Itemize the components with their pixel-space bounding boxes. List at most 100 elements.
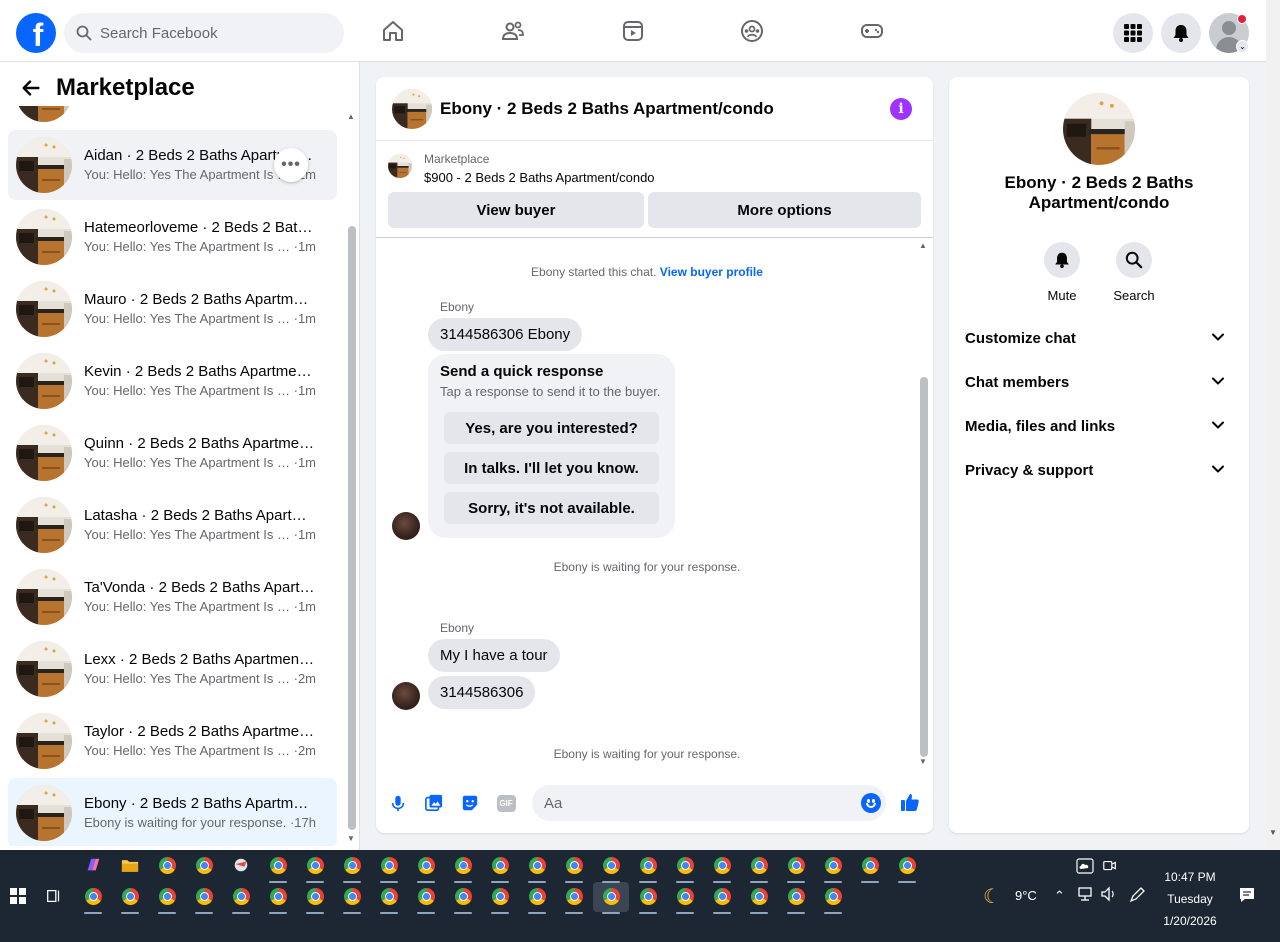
chrome-taskbar-icon[interactable] bbox=[636, 853, 660, 883]
task-view-icon[interactable] bbox=[42, 884, 66, 908]
mute-button[interactable]: Mute bbox=[1032, 242, 1092, 303]
groups-icon[interactable] bbox=[739, 18, 765, 44]
chrome-taskbar-icon[interactable] bbox=[562, 853, 586, 883]
chrome-taskbar-icon[interactable] bbox=[414, 853, 438, 883]
facebook-logo[interactable]: f bbox=[16, 13, 56, 53]
chrome-taskbar-icon[interactable] bbox=[155, 884, 179, 914]
search-box[interactable] bbox=[64, 13, 344, 53]
chrome-taskbar-icon[interactable] bbox=[451, 853, 475, 883]
chrome-taskbar-icon[interactable] bbox=[155, 853, 179, 877]
scrollbar-thumb[interactable] bbox=[920, 377, 928, 757]
buyer-avatar[interactable] bbox=[392, 682, 420, 710]
copilot-icon[interactable] bbox=[81, 853, 105, 877]
search-icon[interactable] bbox=[1116, 242, 1152, 278]
windows-start-icon[interactable] bbox=[10, 888, 26, 904]
volume-icon[interactable] bbox=[1100, 886, 1118, 905]
chrome-taskbar-icon[interactable] bbox=[895, 853, 919, 883]
more-options-button[interactable]: More options bbox=[648, 192, 921, 228]
sidebar-scrollbar[interactable]: ▲ ▼ bbox=[345, 112, 359, 843]
onedrive-icon[interactable] bbox=[1076, 858, 1094, 877]
sticker-icon[interactable] bbox=[460, 793, 480, 813]
listing-thumbnail-large[interactable] bbox=[1063, 93, 1135, 165]
chevron-down-icon[interactable]: ⌄ bbox=[1236, 40, 1249, 53]
chrome-taskbar-icon[interactable] bbox=[377, 884, 401, 914]
conversation-item[interactable]: Kevin · 2 Beds 2 Baths Apartment/condo Yo… bbox=[8, 346, 337, 416]
conversation-item[interactable]: Hatemeorloveme · 2 Beds 2 Baths Apartmen… bbox=[8, 202, 337, 272]
microphone-icon[interactable] bbox=[388, 793, 408, 813]
listing-thumbnail[interactable] bbox=[392, 88, 432, 129]
chrome-taskbar-icon[interactable] bbox=[81, 884, 105, 914]
chrome-taskbar-icon[interactable] bbox=[451, 884, 475, 914]
chrome-taskbar-icon[interactable] bbox=[266, 853, 290, 883]
chrome-taskbar-icon[interactable] bbox=[858, 853, 882, 883]
notification-center-icon[interactable] bbox=[1238, 886, 1256, 907]
info-icon[interactable]: i bbox=[890, 98, 912, 120]
conversation-item[interactable]: Ta'Vonda · 2 Beds 2 Baths Apartment/cond… bbox=[8, 562, 337, 632]
like-thumbs-up-icon[interactable] bbox=[900, 792, 920, 812]
chrome-taskbar-icon[interactable] bbox=[821, 884, 845, 914]
more-options-icon[interactable]: ••• bbox=[274, 148, 308, 182]
chrome-taskbar-icon[interactable] bbox=[710, 853, 734, 883]
chat-title[interactable]: Ebony · 2 Beds 2 Baths Apartment/condo bbox=[440, 99, 774, 119]
listing-thumbnail-small[interactable] bbox=[388, 154, 412, 178]
gaming-icon[interactable] bbox=[859, 18, 885, 44]
chrome-taskbar-icon[interactable] bbox=[192, 853, 216, 877]
conversation-item[interactable]: Quinn · 2 Beds 2 Baths Apartment/condo Yo… bbox=[8, 418, 337, 488]
chrome-taskbar-icon[interactable] bbox=[303, 853, 327, 883]
message-bubble[interactable]: 3144586306 Ebony bbox=[428, 318, 583, 351]
emoji-icon[interactable] bbox=[861, 793, 881, 813]
chevron-up-icon[interactable]: ⌃ bbox=[1054, 888, 1065, 904]
view-buyer-button[interactable]: View buyer bbox=[388, 192, 644, 228]
listing-price-title[interactable]: $900 - 2 Beds 2 Baths Apartment/condo bbox=[424, 170, 655, 185]
chrome-taskbar-icon[interactable] bbox=[599, 853, 623, 883]
chrome-taskbar-icon[interactable] bbox=[377, 853, 401, 883]
chrome-taskbar-icon[interactable] bbox=[599, 884, 623, 914]
weather-temperature[interactable]: 9°C bbox=[1015, 888, 1037, 903]
video-icon[interactable] bbox=[620, 18, 646, 44]
message-input[interactable] bbox=[532, 785, 886, 821]
chrome-taskbar-icon[interactable] bbox=[784, 884, 808, 914]
chrome-taskbar-icon[interactable] bbox=[488, 853, 512, 883]
chrome-taskbar-icon[interactable] bbox=[266, 884, 290, 914]
conversation-item[interactable]: Lexx · 2 Beds 2 Baths Apartment/condo You… bbox=[8, 634, 337, 704]
message-bubble[interactable]: 3144586306 bbox=[428, 676, 536, 709]
notifications-bell-icon[interactable] bbox=[1161, 13, 1201, 53]
quick-response-yes-button[interactable]: Yes, are you interested? bbox=[444, 412, 659, 444]
chrome-taskbar-icon[interactable] bbox=[340, 853, 364, 883]
chrome-taskbar-icon[interactable] bbox=[414, 884, 438, 914]
conversation-item[interactable]: Aidan · 2 Beds 2 Baths Apartment/condoYo… bbox=[8, 130, 337, 200]
friends-icon[interactable] bbox=[500, 18, 526, 44]
conversation-item[interactable]: Taylor · 2 Beds 2 Baths Apartment/condo Y… bbox=[8, 706, 337, 776]
message-bubble[interactable]: My I have a tour bbox=[428, 639, 560, 672]
chrome-taskbar-icon[interactable] bbox=[673, 853, 697, 883]
chrome-taskbar-icon[interactable] bbox=[525, 884, 549, 914]
page-scrollbar[interactable]: ▼ bbox=[1266, 0, 1280, 850]
pen-icon[interactable] bbox=[1128, 886, 1146, 907]
chrome-taskbar-icon[interactable] bbox=[784, 853, 808, 883]
moon-weather-icon[interactable]: ☾ bbox=[983, 884, 1001, 909]
privacy-support-row[interactable]: Privacy & support bbox=[957, 448, 1241, 492]
quick-response-not-available-button[interactable]: Sorry, it's not available. bbox=[444, 492, 659, 524]
meet-now-icon[interactable] bbox=[1102, 858, 1118, 877]
chrome-taskbar-icon[interactable] bbox=[747, 884, 771, 914]
chat-scrollbar[interactable]: ▲ ▼ bbox=[917, 241, 931, 767]
buyer-avatar[interactable] bbox=[392, 512, 420, 540]
search-input[interactable] bbox=[100, 24, 320, 42]
network-icon[interactable] bbox=[1077, 886, 1095, 905]
chrome-taskbar-icon[interactable] bbox=[192, 884, 216, 914]
chrome-taskbar-icon[interactable] bbox=[673, 884, 697, 914]
chrome-taskbar-icon[interactable] bbox=[710, 884, 734, 914]
chrome-taskbar-icon[interactable] bbox=[229, 884, 253, 914]
view-buyer-profile-link[interactable]: View buyer profile bbox=[660, 265, 763, 279]
scrollbar-thumb[interactable] bbox=[348, 226, 356, 830]
quick-response-in-talks-button[interactable]: In talks. I'll let you know. bbox=[444, 452, 659, 484]
conversation-item[interactable]: Mauro · 2 Beds 2 Baths Apartment/condo Yo… bbox=[8, 274, 337, 344]
back-arrow-icon[interactable] bbox=[20, 76, 44, 100]
system-clock[interactable]: 10:47 PM Tuesday 1/20/2026 bbox=[1150, 866, 1230, 932]
chrome-taskbar-icon[interactable] bbox=[303, 884, 327, 914]
chrome-taskbar-icon[interactable] bbox=[340, 884, 364, 914]
chrome-taskbar-icon[interactable] bbox=[488, 884, 512, 914]
bell-icon[interactable] bbox=[1044, 242, 1080, 278]
conversation-item-partial[interactable] bbox=[8, 106, 337, 122]
chrome-taskbar-icon[interactable] bbox=[636, 884, 660, 914]
